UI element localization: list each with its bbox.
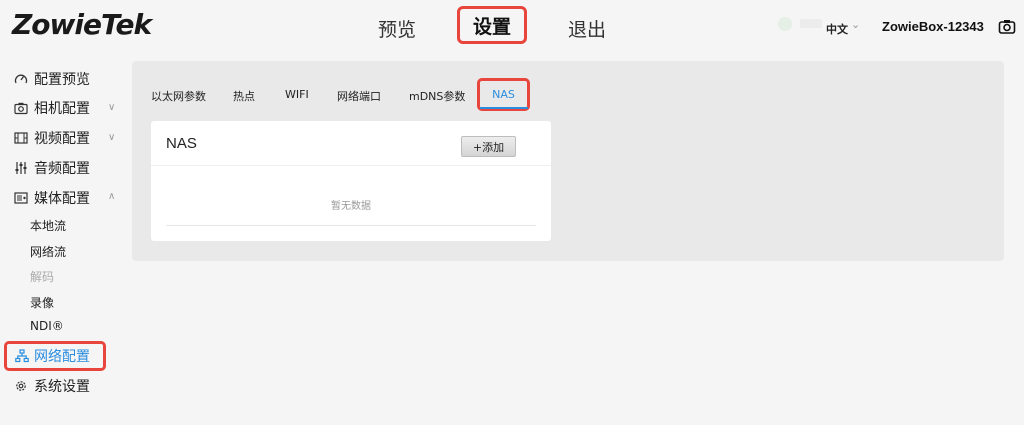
network-icon: [15, 349, 29, 363]
sidebar-item-label: 媒体配置: [34, 191, 90, 207]
camera-icon: [14, 102, 28, 115]
status-indicator: [778, 17, 792, 31]
nav-settings[interactable]: 设置: [457, 6, 527, 44]
sidebar-sub-network-stream[interactable]: 网络流: [30, 243, 66, 260]
audio-sliders-icon: [15, 162, 27, 174]
sidebar-item-audio-config[interactable]: 音频配置: [14, 157, 90, 179]
tab-network-ports[interactable]: 网络端口: [337, 88, 381, 104]
status-placeholder: [800, 19, 822, 28]
device-name: ZowieBox-12343: [882, 19, 984, 34]
tab-mdns[interactable]: mDNS参数: [409, 88, 465, 104]
add-nas-button[interactable]: +添加: [461, 136, 516, 157]
tab-active-underline: [480, 107, 528, 109]
sidebar-item-media-config[interactable]: 媒体配置: [14, 187, 90, 209]
chevron-down-icon[interactable]: ∨: [108, 102, 115, 113]
table-bottom-line: [166, 225, 536, 226]
sidebar-item-label: 配置预览: [34, 72, 90, 88]
chevron-down-icon[interactable]: ⌄: [851, 18, 860, 31]
sidebar-item-label: 系统设置: [34, 379, 90, 395]
sidebar-item-label: 视频配置: [34, 131, 90, 147]
sidebar-sub-local-stream[interactable]: 本地流: [30, 217, 66, 234]
tab-wifi[interactable]: WIFI: [285, 88, 309, 101]
empty-state-text: 暂无数据: [331, 201, 371, 212]
chevron-down-icon[interactable]: ∨: [108, 132, 115, 143]
sidebar-sub-record[interactable]: 录像: [30, 294, 54, 311]
sidebar-item-video-config[interactable]: 视频配置: [14, 127, 90, 149]
tab-ethernet[interactable]: 以太网参数: [151, 88, 206, 104]
card-divider: [151, 165, 551, 166]
sidebar-item-system-settings[interactable]: 系统设置: [14, 375, 90, 397]
sidebar-item-label: 网络配置: [34, 349, 90, 365]
zowietek-logo: ZowieTek: [12, 8, 152, 41]
nav-exit[interactable]: 退出: [568, 15, 606, 42]
camera-icon[interactable]: [998, 18, 1016, 36]
gauge-icon: [14, 74, 28, 84]
chevron-up-icon[interactable]: ∧: [108, 191, 115, 202]
sidebar-item-label: 音频配置: [34, 161, 90, 177]
sidebar-item-network-config[interactable]: 网络配置: [4, 341, 106, 371]
tab-hotspot[interactable]: 热点: [233, 88, 255, 104]
sidebar-item-camera-config[interactable]: 相机配置: [14, 97, 90, 119]
language-selector[interactable]: 中文: [826, 21, 848, 37]
sidebar-sub-decode: 解码: [30, 270, 55, 284]
sidebar-item-config-preview[interactable]: 配置预览: [14, 68, 90, 90]
network-config-panel: 以太网参数 热点 WIFI 网络端口 mDNS参数 NAS NAS +添加 暂无…: [132, 61, 1004, 261]
top-header: ZowieTek 预览 设置 退出 中文 ⌄ ZowieBox-12343: [0, 0, 1024, 58]
gear-icon: [16, 381, 26, 391]
sidebar-sub-ndi[interactable]: NDI®: [30, 319, 64, 333]
card-title: NAS: [166, 135, 197, 152]
nas-card: NAS +添加 暂无数据: [151, 121, 551, 241]
sidebar-item-label: 相机配置: [34, 101, 90, 117]
film-icon: [14, 132, 28, 144]
nav-preview[interactable]: 预览: [378, 15, 416, 42]
media-icon: [14, 192, 28, 204]
